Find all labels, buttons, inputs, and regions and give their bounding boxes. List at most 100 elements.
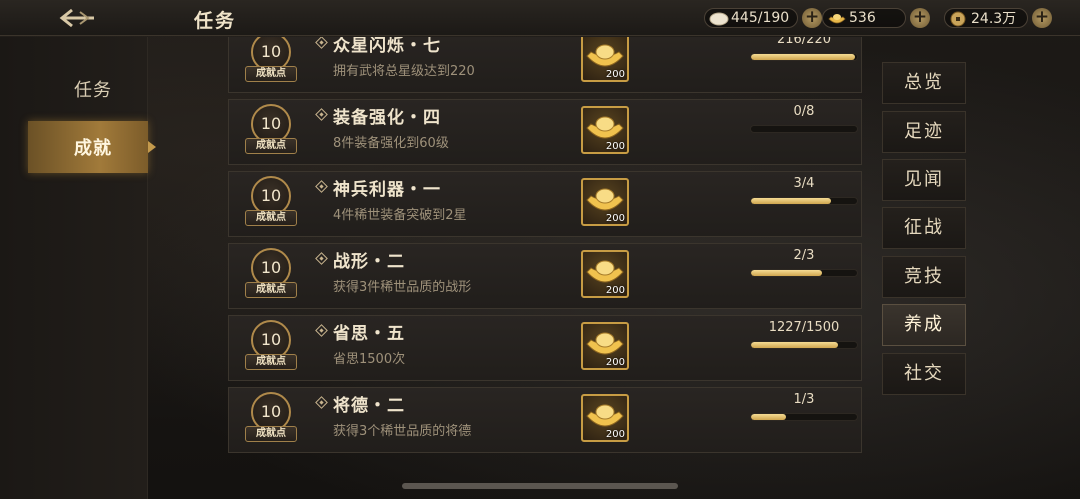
reward-quantity: 200 (605, 69, 625, 80)
achievement-desc: 获得3件稀世品质的战形 (333, 280, 472, 295)
category-arena-label: 竞技 (904, 266, 944, 287)
achievement-title: 战形・二 (333, 252, 405, 272)
category-footprints-label: 足迹 (904, 121, 944, 142)
home-indicator (402, 483, 678, 489)
page-title: 任务 (194, 10, 237, 32)
achievement-title: 省思・五 (333, 324, 405, 344)
top-bar: 任务 445/190 + 536 + 24.3万 + (0, 0, 1080, 36)
achievement-desc: 省思1500次 (333, 352, 406, 367)
achievement-points-badge: 10 成就点 (245, 392, 297, 448)
progress-bar (750, 125, 858, 133)
category-cultivation-label: 养成 (904, 314, 944, 335)
left-tab-achievements[interactable]: 成就 (28, 121, 156, 173)
progress-text: 216/220 (776, 37, 831, 47)
achievement-desc: 拥有武将总星级达到220 (333, 64, 475, 79)
category-arena[interactable]: 竞技 (882, 256, 966, 298)
progress-bar (750, 341, 858, 349)
achievement-points-badge: 10 成就点 (245, 248, 297, 304)
achievement-points-badge: 10 成就点 (245, 176, 297, 232)
left-tab-tasks[interactable]: 任务 (28, 63, 148, 115)
reward-gold-ingot[interactable]: 200 (581, 322, 629, 370)
category-social-label: 社交 (904, 363, 944, 384)
achievement-row: 10 成就点 战形・二 获得3件稀世品质的战形 200 2/3 (228, 243, 862, 309)
currency-copper: 24.3万 + (944, 7, 1052, 29)
diamond-icon (315, 252, 328, 265)
achievement-title: 装备强化・四 (333, 108, 441, 128)
achievement-row: 10 成就点 装备强化・四 8件装备强化到60级 200 0/8 (228, 99, 862, 165)
achievement-row: 10 成就点 省思・五 省思1500次 200 1227/1500 (228, 315, 862, 381)
reward-quantity: 200 (605, 285, 625, 296)
reward-quantity: 200 (605, 213, 625, 224)
category-campaign[interactable]: 征战 (882, 207, 966, 249)
currency-gold: 536 + (822, 7, 930, 29)
achievement-points-badge: 10 成就点 (245, 37, 297, 88)
category-campaign-label: 征战 (904, 217, 944, 238)
achievement-desc: 获得3个稀世品质的将德 (333, 424, 472, 439)
achievement-title: 众星闪烁・七 (333, 37, 441, 56)
diamond-icon (315, 180, 328, 193)
left-tab-tasks-label: 任务 (74, 80, 112, 101)
progress-text: 0/8 (793, 104, 815, 119)
active-arrow-icon (148, 141, 156, 153)
reward-quantity: 200 (605, 141, 625, 152)
currency-gold-pill: 536 (822, 8, 906, 28)
category-overview-label: 总览 (904, 72, 944, 93)
progress-text: 1227/1500 (768, 320, 840, 335)
gold-ingot-icon (828, 14, 846, 24)
achievement-row: 10 成就点 将德・二 获得3个稀世品质的将德 200 1/3 (228, 387, 862, 453)
achievement-points-label: 成就点 (245, 210, 297, 226)
jade-icon (709, 12, 729, 26)
progress-text: 2/3 (793, 248, 815, 263)
reward-gold-ingot[interactable]: 200 (581, 106, 629, 154)
achievement-points-label: 成就点 (245, 426, 297, 442)
achievement-row: 10 成就点 神兵利器・一 4件稀世装备突破到2星 200 3/4 (228, 171, 862, 237)
add-jade-button[interactable]: + (802, 8, 823, 28)
add-gold-button[interactable]: + (910, 8, 930, 28)
diamond-icon (315, 396, 328, 409)
progress-fill (751, 54, 855, 60)
category-overview[interactable]: 总览 (882, 62, 966, 104)
copper-coin-icon (950, 11, 966, 27)
achievement-points-badge: 10 成就点 (245, 320, 297, 376)
add-copper-button[interactable]: + (1032, 8, 1052, 28)
left-nav: 任务 成就 (0, 37, 156, 499)
achievement-title: 将德・二 (333, 396, 405, 416)
progress-text: 3/4 (793, 176, 815, 191)
category-social[interactable]: 社交 (882, 353, 966, 395)
progress-bar (750, 269, 858, 277)
progress-fill (751, 342, 838, 348)
currency-jade-value: 445/190 (731, 10, 790, 26)
back-button[interactable] (58, 6, 98, 30)
category-insights[interactable]: 见闻 (882, 159, 966, 201)
achievement-points-label: 成就点 (245, 354, 297, 370)
achievement-row: 10 成就点 众星闪烁・七 拥有武将总星级达到220 200 216/220 (228, 37, 862, 93)
progress-text: 1/3 (793, 392, 815, 407)
reward-gold-ingot[interactable]: 200 (581, 37, 629, 82)
progress-fill (751, 270, 823, 276)
diamond-icon (315, 37, 328, 49)
progress-fill (751, 414, 786, 420)
reward-quantity: 200 (605, 357, 625, 368)
achievement-title: 神兵利器・一 (333, 180, 441, 200)
currency-jade-pill: 445/190 (704, 8, 799, 28)
back-arrow-icon (59, 8, 94, 28)
reward-gold-ingot[interactable]: 200 (581, 250, 629, 298)
category-cultivation[interactable]: 养成 (882, 304, 966, 346)
achievement-points-badge: 10 成就点 (245, 104, 297, 160)
progress-bar (750, 413, 858, 421)
progress-bar (750, 53, 858, 61)
achievement-points-label: 成就点 (245, 66, 297, 82)
reward-quantity: 200 (605, 429, 625, 440)
diamond-icon (315, 108, 328, 121)
reward-gold-ingot[interactable]: 200 (581, 178, 629, 226)
progress-fill (751, 198, 831, 204)
currency-gold-value: 536 (849, 10, 876, 26)
category-footprints[interactable]: 足迹 (882, 111, 966, 153)
currency-copper-value: 24.3万 (971, 11, 1017, 27)
achievement-desc: 4件稀世装备突破到2星 (333, 208, 467, 223)
currency-jade: 445/190 + (704, 7, 823, 29)
reward-gold-ingot[interactable]: 200 (581, 394, 629, 442)
diamond-icon (315, 324, 328, 337)
achievement-list[interactable]: 10 成就点 众星闪烁・七 拥有武将总星级达到220 200 216/220 1… (228, 37, 864, 479)
left-tab-achievements-label: 成就 (74, 138, 112, 159)
